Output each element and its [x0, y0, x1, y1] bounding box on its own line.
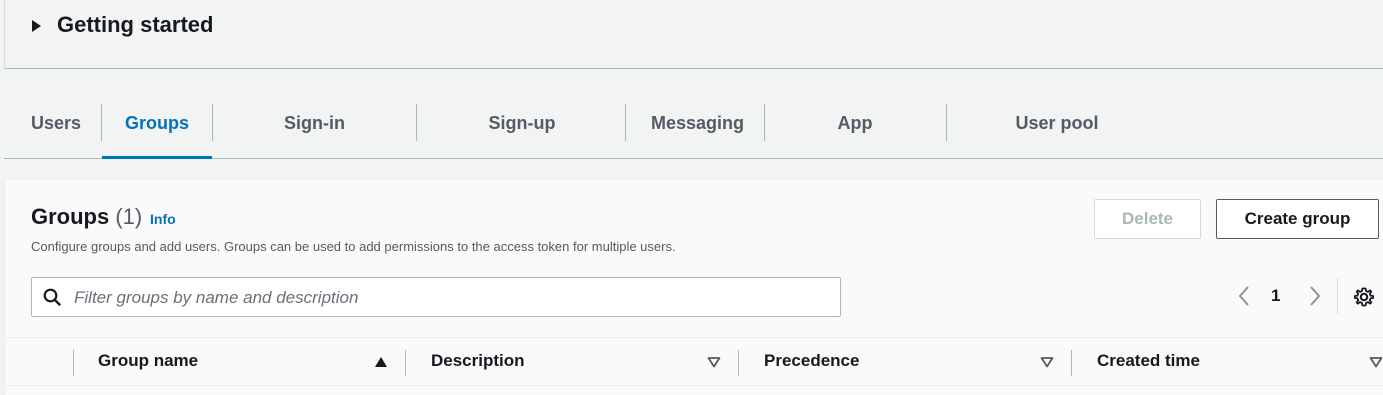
- tab-divider: [416, 104, 417, 141]
- tab-divider: [212, 104, 213, 141]
- column-header-precedence[interactable]: Precedence: [764, 351, 859, 371]
- column-header-description[interactable]: Description: [431, 351, 525, 371]
- tab-messaging[interactable]: Messaging: [651, 88, 744, 158]
- tab-app-integration[interactable]: App integration: [789, 88, 921, 203]
- groups-count: (1): [115, 204, 143, 229]
- search-box[interactable]: [31, 277, 841, 318]
- tab-sign-up-experience[interactable]: Sign-up experience: [442, 88, 602, 203]
- caret-right-icon[interactable]: [32, 20, 41, 32]
- tab-groups[interactable]: Groups: [102, 88, 212, 159]
- getting-started-panel[interactable]: Getting started: [4, 0, 1383, 69]
- chevron-right-icon[interactable]: [1306, 284, 1324, 308]
- page-number[interactable]: 1: [1271, 286, 1280, 306]
- table-header: Group name Description Precedence Create…: [4, 337, 1383, 386]
- tab-bar: Users Groups Sign-in experience Sign-up …: [4, 88, 1383, 203]
- delete-button[interactable]: Delete: [1094, 199, 1201, 239]
- create-group-button[interactable]: Create group: [1216, 199, 1379, 239]
- getting-started-title[interactable]: Getting started: [57, 12, 213, 38]
- column-divider: [1071, 350, 1072, 376]
- column-divider: [73, 350, 74, 376]
- column-divider: [405, 350, 406, 376]
- search-icon: [43, 288, 61, 306]
- groups-description: Configure groups and add users. Groups c…: [31, 239, 676, 254]
- sort-icon[interactable]: [1040, 356, 1054, 368]
- search-input[interactable]: [72, 278, 836, 318]
- pager-divider: [1337, 278, 1338, 314]
- chevron-left-icon[interactable]: [1235, 284, 1253, 308]
- groups-heading: Groups (1): [31, 204, 142, 230]
- sort-ascending-icon[interactable]: [374, 356, 388, 368]
- gear-icon[interactable]: [1353, 286, 1375, 308]
- sort-icon[interactable]: [707, 356, 721, 368]
- info-link[interactable]: Info: [150, 211, 176, 227]
- sort-icon[interactable]: [1369, 356, 1383, 368]
- column-header-created-time[interactable]: Created time: [1097, 351, 1200, 371]
- tab-sign-in-experience[interactable]: Sign-in experience: [238, 88, 391, 203]
- tab-divider: [625, 104, 626, 141]
- tab-users[interactable]: Users: [31, 88, 81, 158]
- tab-user-pool-properties[interactable]: User pool properties: [972, 88, 1142, 203]
- tab-divider: [946, 104, 947, 141]
- column-divider: [738, 350, 739, 376]
- groups-title: Groups: [31, 204, 110, 229]
- tab-divider: [764, 104, 765, 141]
- column-header-group-name[interactable]: Group name: [98, 351, 198, 371]
